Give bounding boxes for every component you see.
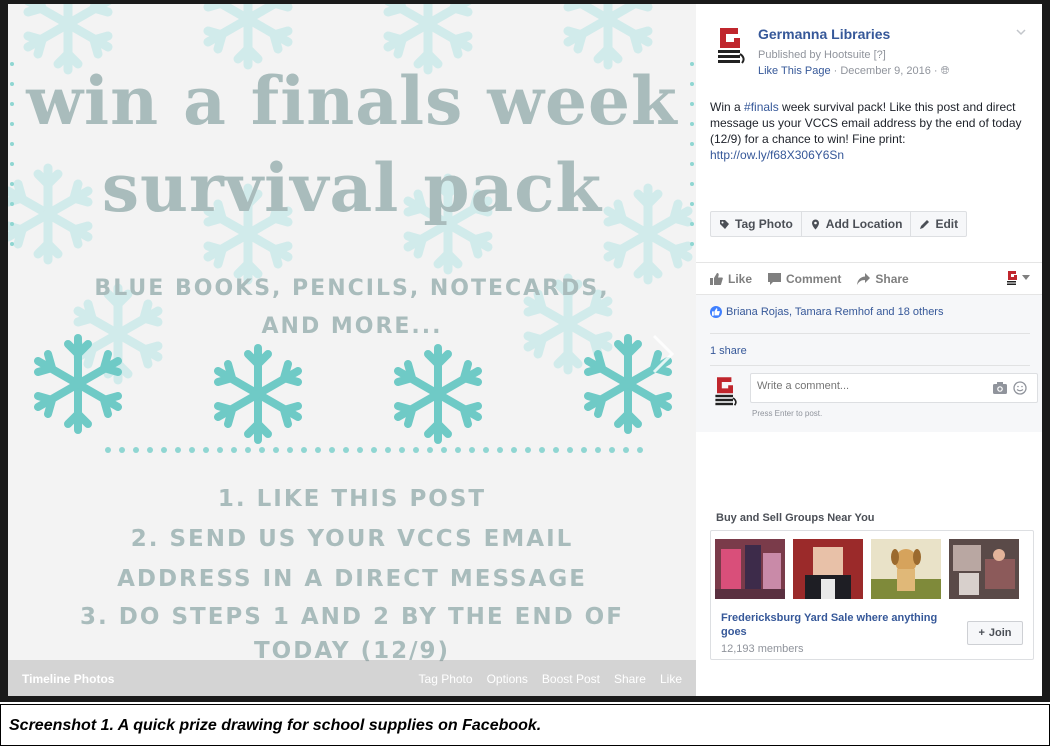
likers-text: Briana Rojas, Tamara Remhof and 18 other… — [726, 306, 944, 318]
photo-headline-line-2: survival pack — [101, 149, 603, 227]
tag-photo-label: Tag Photo — [735, 217, 793, 231]
group-photo-strip[interactable] — [715, 539, 1019, 599]
comment-input[interactable] — [757, 380, 957, 392]
like-button[interactable]: Like — [710, 272, 752, 286]
published-by-text: Published by Hootsuite — [758, 49, 871, 61]
group-suggestion-card: Fredericksburg Yard Sale where anything … — [710, 530, 1034, 660]
post-url-link[interactable]: http://ow.ly/f68X306Y6Sn — [710, 148, 844, 162]
pencil-icon — [920, 219, 930, 229]
post-photo[interactable]: win a finals week survival pack BLUE BOO… — [8, 4, 696, 696]
edit-button[interactable]: Edit — [911, 212, 966, 236]
photo-subtitle-line-2: AND MORE... — [261, 314, 443, 339]
comment-icon — [768, 273, 782, 285]
tag-icon — [720, 219, 729, 229]
published-help-link[interactable]: [?] — [874, 49, 886, 61]
add-location-button[interactable]: Add Location — [802, 212, 912, 236]
post-panel: Germanna Libraries Published by Hootsuit… — [696, 4, 1042, 696]
published-by: Published by Hootsuite [?] — [758, 49, 886, 61]
globe-icon: 🌐︎ — [940, 65, 950, 77]
share-button[interactable]: Share — [857, 272, 909, 286]
photo-toolbar: Timeline Photos Tag Photo Options Boost … — [8, 660, 696, 696]
photo-action-bar: Tag Photo Add Location Edit — [710, 211, 968, 237]
edit-label: Edit — [935, 217, 959, 231]
thumbs-up-icon — [710, 273, 723, 285]
caret-down-icon — [1022, 275, 1030, 280]
share-link[interactable]: Share — [614, 672, 646, 686]
figure-caption: Screenshot 1. A quick prize drawing for … — [9, 717, 542, 734]
join-group-button[interactable]: + Join — [967, 621, 1023, 645]
group-photo — [715, 539, 785, 599]
photo-step-line: 2. SEND US YOUR VCCS EMAIL — [130, 526, 574, 552]
figure: win a finals week survival pack BLUE BOO… — [0, 0, 1050, 746]
commenter-avatar — [715, 377, 737, 406]
figure-caption-box: Screenshot 1. A quick prize drawing for … — [0, 704, 1050, 746]
divider — [696, 262, 1042, 263]
comment-button[interactable]: Comment — [768, 272, 841, 286]
photo-subtitle-line-1: BLUE BOOKS, PENCILS, NOTECARDS, — [94, 276, 610, 301]
screenshot: win a finals week survival pack BLUE BOO… — [0, 0, 1050, 702]
camera-icon[interactable] — [993, 382, 1007, 394]
add-location-label: Add Location — [825, 217, 903, 231]
divider — [710, 333, 1030, 334]
divider — [710, 365, 1030, 366]
photo-step-line: ADDRESS IN A DIRECT MESSAGE — [117, 566, 587, 592]
like-this-page-link[interactable]: Like This Page — [758, 65, 831, 77]
comment-hint: Press Enter to post. — [752, 409, 823, 418]
join-label: Join — [988, 627, 1012, 639]
photo-step-line: 1. LIKE THIS POST — [217, 486, 487, 512]
options-link[interactable]: Options — [487, 672, 528, 686]
comment-label: Comment — [786, 272, 842, 286]
share-count-link[interactable]: 1 share — [710, 345, 747, 357]
album-link[interactable]: Timeline Photos — [22, 672, 114, 686]
photo-headline-line-1: win a finals week — [26, 62, 678, 140]
dotted-divider — [105, 447, 643, 453]
post-date[interactable]: · December 9, 2016 · — [834, 65, 938, 77]
tag-photo-link[interactable]: Tag Photo — [419, 672, 473, 686]
page-mini-avatar — [1007, 271, 1017, 285]
share-label: Share — [875, 272, 909, 286]
photo-toolbar-actions: Tag Photo Options Boost Post Share Like — [419, 672, 682, 686]
like-link[interactable]: Like — [660, 672, 682, 686]
groups-section-title: Buy and Sell Groups Near You — [716, 512, 875, 524]
photo-step-line: 3. DO STEPS 1 AND 2 BY THE END OF — [80, 604, 624, 630]
tag-photo-button[interactable]: Tag Photo — [711, 212, 802, 236]
chevron-down-icon[interactable] — [1016, 28, 1026, 36]
like-reaction-icon — [710, 306, 722, 318]
post-as-selector[interactable] — [1005, 270, 1030, 286]
like-label: Like — [728, 272, 753, 286]
group-photo — [871, 539, 941, 599]
boost-post-link[interactable]: Boost Post — [542, 672, 600, 686]
group-member-count: 12,193 members — [721, 643, 804, 655]
post-message: Win a #finals week survival pack! Like t… — [710, 99, 1040, 163]
plus-icon: + — [978, 627, 985, 639]
post-action-row: Like Comment Share — [710, 270, 1030, 288]
page-avatar[interactable] — [712, 24, 748, 64]
group-name-link[interactable]: Fredericksburg Yard Sale where anything … — [721, 611, 961, 639]
comment-field[interactable] — [750, 373, 1038, 403]
page-name-link[interactable]: Germanna Libraries — [758, 26, 890, 42]
location-pin-icon — [811, 219, 819, 229]
feedback-section: Briana Rojas, Tamara Remhof and 18 other… — [696, 294, 1042, 432]
post-text-part: Win a — [710, 100, 745, 114]
reactions-summary[interactable]: Briana Rojas, Tamara Remhof and 18 other… — [710, 306, 943, 318]
share-arrow-icon — [857, 273, 871, 285]
hashtag-link[interactable]: #finals — [744, 100, 779, 114]
emoji-icon[interactable] — [1013, 381, 1027, 395]
post-meta: Like This Page · December 9, 2016 · 🌐︎ — [758, 65, 949, 78]
group-photo — [949, 539, 1019, 599]
group-photo — [793, 539, 863, 599]
next-photo-arrow-icon[interactable] — [650, 334, 676, 374]
